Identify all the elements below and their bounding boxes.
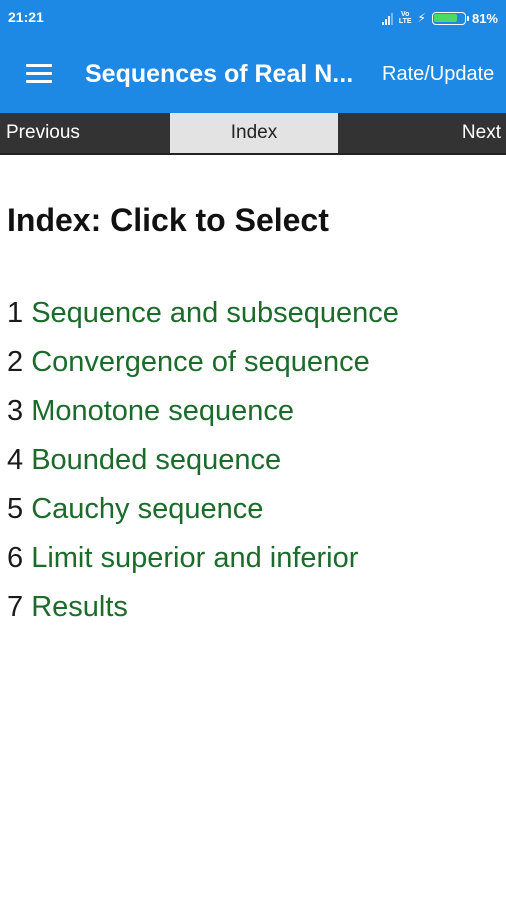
status-icons: Vo LTE ⚡ 81% xyxy=(381,8,498,28)
volte-icon: Vo LTE xyxy=(399,11,412,25)
volte-label-bottom: LTE xyxy=(398,18,412,25)
index-list: 1 Sequence and subsequence 2 Convergence… xyxy=(7,293,399,636)
app-bar: 21:21 Vo LTE ⚡ 81% Sequences of Real N..… xyxy=(0,0,506,113)
next-button[interactable]: Next xyxy=(340,113,506,153)
index-item-4[interactable]: 4 Bounded sequence xyxy=(7,440,399,489)
index-item-number: 1 xyxy=(7,297,24,329)
index-item-label: Limit superior and inferior xyxy=(31,542,359,574)
battery-icon xyxy=(431,11,469,25)
hamburger-icon xyxy=(26,64,52,84)
charging-bolt-icon: ⚡ xyxy=(417,11,426,25)
toolbar: Sequences of Real N... Rate/Update xyxy=(0,36,506,113)
index-item-number: 7 xyxy=(7,591,24,623)
status-time: 21:21 xyxy=(8,9,44,25)
signal-icon xyxy=(381,11,393,25)
rate-update-button[interactable]: Rate/Update xyxy=(382,63,494,86)
page-title: Sequences of Real N... xyxy=(85,60,354,88)
previous-button[interactable]: Previous xyxy=(0,113,168,153)
volte-label-top: Vo xyxy=(400,11,410,18)
index-item-label: Bounded sequence xyxy=(31,444,282,476)
index-item-label: Monotone sequence xyxy=(31,395,295,427)
section-nav-bar: Previous Index Next xyxy=(0,113,506,155)
index-item-2[interactable]: 2 Convergence of sequence xyxy=(7,342,399,391)
index-item-1[interactable]: 1 Sequence and subsequence xyxy=(7,293,399,342)
index-item-6[interactable]: 6 Limit superior and inferior xyxy=(7,538,399,587)
index-item-label: Results xyxy=(31,591,128,623)
index-item-label: Sequence and subsequence xyxy=(31,297,399,329)
index-heading: Index: Click to Select xyxy=(7,202,329,238)
index-item-number: 5 xyxy=(7,493,24,525)
battery-fill xyxy=(434,14,458,22)
index-item-number: 3 xyxy=(7,395,24,427)
index-item-5[interactable]: 5 Cauchy sequence xyxy=(7,489,399,538)
menu-button[interactable] xyxy=(18,56,58,96)
status-bar: 21:21 Vo LTE ⚡ 81% xyxy=(0,0,506,36)
index-item-number: 6 xyxy=(7,542,24,574)
index-item-label: Convergence of sequence xyxy=(31,346,370,378)
battery-percent: 81% xyxy=(471,10,498,26)
index-item-number: 4 xyxy=(7,444,24,476)
index-item-number: 2 xyxy=(7,346,24,378)
index-item-3[interactable]: 3 Monotone sequence xyxy=(7,391,399,440)
index-item-label: Cauchy sequence xyxy=(31,493,264,525)
index-item-7[interactable]: 7 Results xyxy=(7,587,399,636)
index-button[interactable]: Index xyxy=(170,113,338,153)
